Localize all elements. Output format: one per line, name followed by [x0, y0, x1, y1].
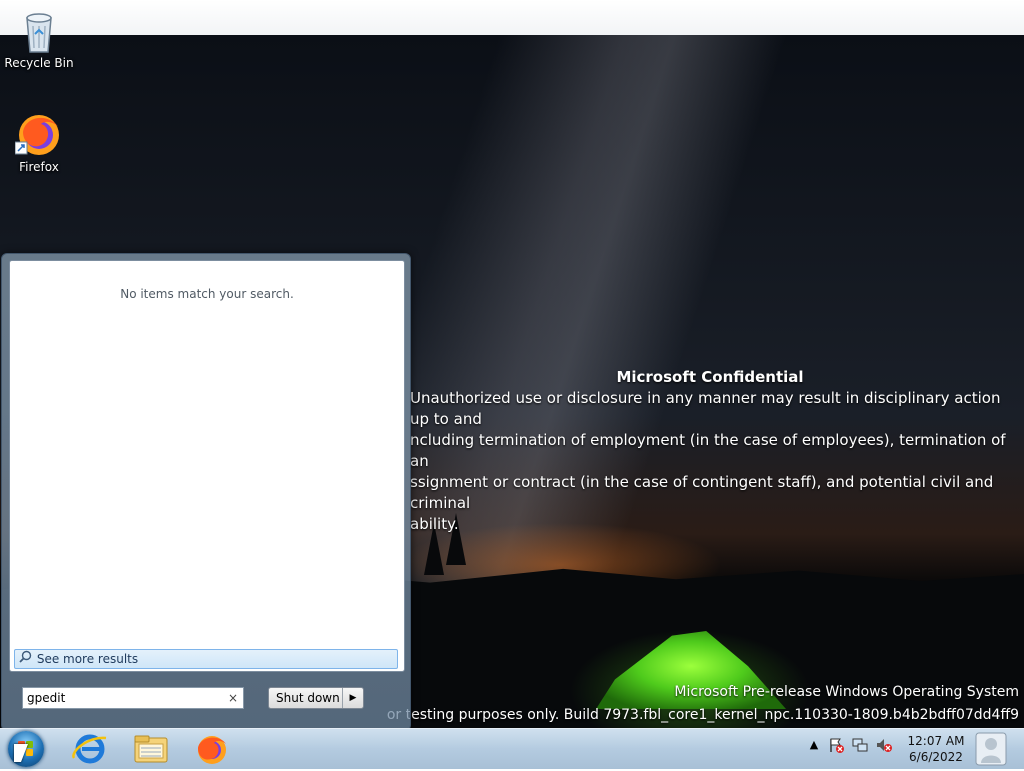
firefox-icon: [198, 736, 226, 764]
start-search-box[interactable]: ×: [22, 687, 244, 709]
desktop-icon-recycle-bin[interactable]: Recycle Bin: [1, 6, 77, 70]
confidential-line: ncluding termination of employment (in t…: [410, 431, 1006, 470]
desktop-icon-label: Firefox: [19, 160, 59, 174]
start-menu: No items match your search. See more res…: [1, 253, 411, 731]
confidential-notice: Microsoft Confidential Unauthorized use …: [410, 367, 1010, 535]
taskbar-internet-explorer[interactable]: [68, 732, 112, 766]
shut-down-button[interactable]: Shut down: [276, 688, 340, 708]
top-strip: [0, 0, 1024, 35]
taskbar-clock[interactable]: 12:07 AM 6/6/2022: [900, 733, 972, 765]
see-more-results-label: See more results: [36, 652, 139, 666]
search-icon: [19, 650, 33, 668]
volume-muted-icon[interactable]: [876, 737, 892, 753]
desktop-icon-firefox[interactable]: Firefox: [1, 110, 77, 174]
confidential-line: ssignment or contract (in the case of co…: [410, 473, 994, 512]
recycle-bin-icon: [15, 6, 63, 54]
windows-explorer-icon: [134, 735, 168, 763]
user-account-button[interactable]: [974, 731, 1008, 767]
network-icon[interactable]: [852, 737, 868, 753]
clear-search-icon[interactable]: ×: [228, 688, 238, 708]
confidential-heading: Microsoft Confidential: [616, 368, 804, 386]
clock-date: 6/6/2022: [909, 750, 963, 764]
build-watermark-line1: Microsoft Pre-release Windows Operating …: [674, 684, 1019, 700]
search-results-panel: No items match your search. See more res…: [9, 260, 405, 672]
user-avatar-icon: [975, 732, 1007, 766]
confidential-line: ability.: [410, 515, 459, 533]
start-search-input[interactable]: [27, 689, 217, 707]
firefox-icon: [14, 110, 63, 158]
mouse-cursor: [14, 744, 28, 762]
show-hidden-icons-arrow-icon[interactable]: ▲: [806, 737, 822, 753]
build-watermark-line2: or testing purposes only. Build 7973.fbl…: [386, 707, 1019, 723]
see-more-results-button[interactable]: See more results: [14, 649, 398, 669]
confidential-line: Unauthorized use or disclosure in any ma…: [410, 389, 1001, 428]
taskbar-windows-explorer[interactable]: [129, 732, 173, 766]
taskbar-firefox[interactable]: [190, 732, 234, 766]
internet-explorer-icon: [72, 734, 107, 764]
shut-down-button-group: Shut down ▶: [268, 687, 364, 709]
shut-down-options-arrow-icon[interactable]: ▶: [342, 688, 363, 708]
desktop-icon-label: Recycle Bin: [4, 56, 74, 70]
action-center-flag-icon[interactable]: [828, 737, 844, 753]
clock-time: 12:07 AM: [907, 734, 965, 748]
taskbar: ▲ 12:07 AM 6/6/2022: [0, 728, 1024, 769]
no-results-message: No items match your search.: [120, 287, 294, 301]
